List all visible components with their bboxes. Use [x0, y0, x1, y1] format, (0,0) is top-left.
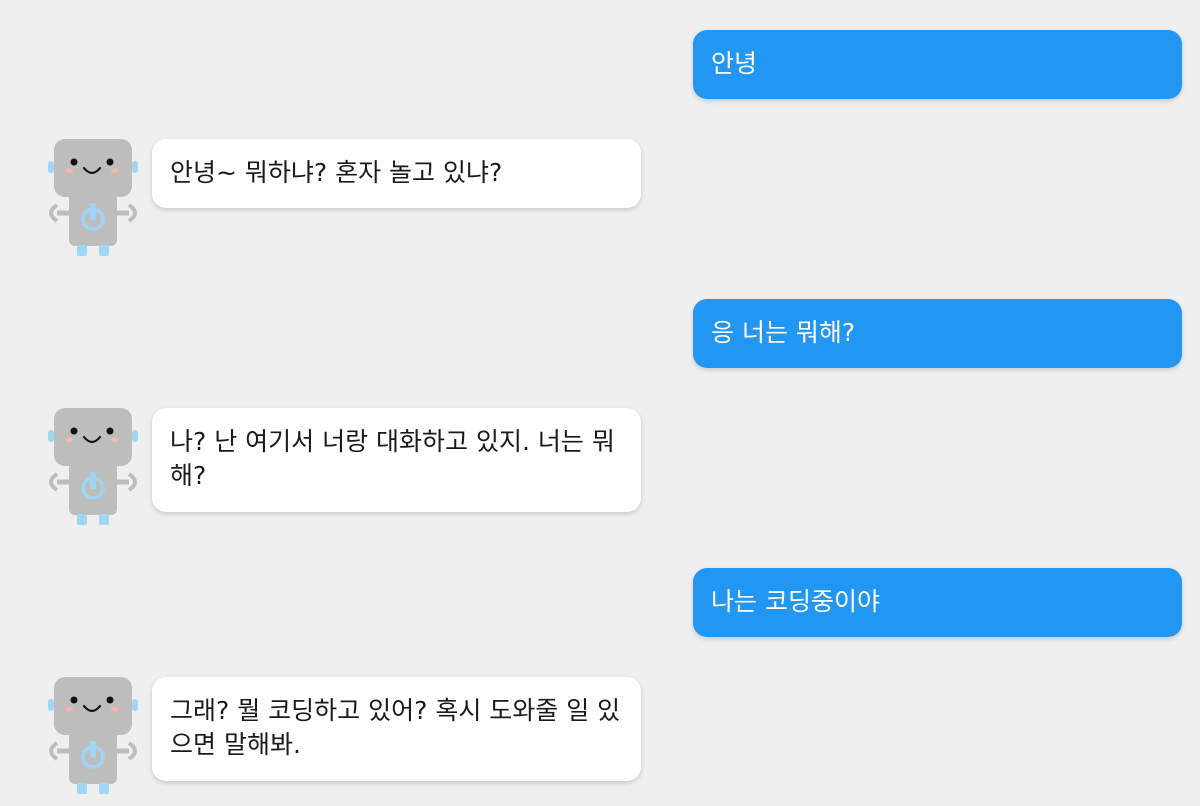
bot-message-bubble: 나? 난 여기서 너랑 대화하고 있지. 너는 뭐해? [152, 408, 641, 512]
user-message-bubble: 안녕 [693, 30, 1182, 99]
bot-message-bubble: 안녕~ 뭐하냐? 혼자 놀고 있냐? [152, 139, 641, 208]
robot-icon [48, 408, 138, 525]
user-message-text: 안녕 [711, 49, 758, 78]
bot-message-bubble: 그래? 뭘 코딩하고 있어? 혹시 도와줄 일 있으면 말해봐. [152, 677, 641, 781]
robot-icon [48, 139, 138, 256]
chat-window: 안녕 안녕~ 뭐하냐? 혼자 놀고 있냐? 응 너는 뭐해? 나? 난 여기서 … [0, 0, 1200, 806]
bot-message-text: 나? 난 여기서 너랑 대화하고 있지. 너는 뭐해? [170, 427, 615, 490]
user-message-bubble: 응 너는 뭐해? [693, 299, 1182, 368]
user-message-text: 나는 코딩중이야 [711, 587, 880, 616]
user-message-text: 응 너는 뭐해? [711, 318, 856, 347]
robot-icon [48, 677, 138, 794]
user-message-bubble: 나는 코딩중이야 [693, 568, 1182, 637]
bot-message-text: 안녕~ 뭐하냐? 혼자 놀고 있냐? [170, 158, 503, 187]
bot-message-text: 그래? 뭘 코딩하고 있어? 혹시 도와줄 일 있으면 말해봐. [170, 696, 621, 759]
